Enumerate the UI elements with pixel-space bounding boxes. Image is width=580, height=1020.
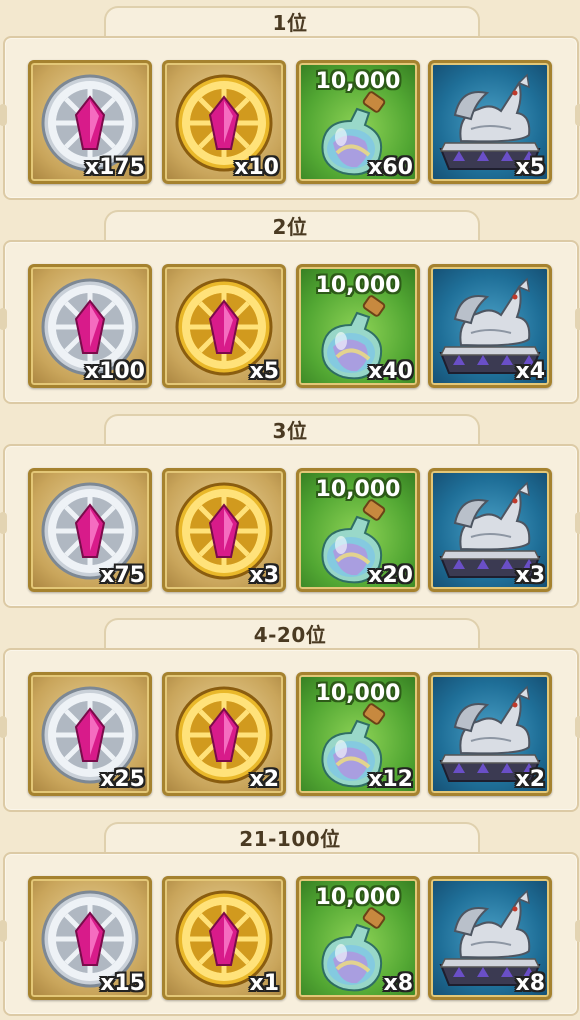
reward-quantity: x15 [100,971,145,996]
reward-item[interactable]: x2 [428,672,552,796]
reward-quantity: x175 [84,155,145,180]
reward-quantity: x8 [383,971,414,996]
reward-item[interactable]: x2 [162,672,286,796]
reward-item[interactable]: x75 [28,468,152,592]
reward-items: x15 x1 10,000 x8 x8 [28,876,558,1000]
reward-item[interactable]: x15 [28,876,152,1000]
reward-item[interactable]: 10,000 x60 [296,60,420,184]
reward-quantity: x60 [368,155,413,180]
reward-quantity: x25 [100,767,145,792]
rank-section-3: 3位 x75 x3 10,000 x20 x3 [0,408,580,608]
potion-amount: 10,000 [315,273,401,298]
rank-title: 2位 [272,215,308,239]
reward-quantity: x75 [100,563,145,588]
potion-amount: 10,000 [315,681,401,706]
reward-item[interactable]: 10,000 x8 [296,876,420,1000]
reward-quantity: x2 [515,767,546,792]
potion-amount: 10,000 [315,885,401,910]
potion-amount: 10,000 [315,69,401,94]
reward-quantity: x4 [515,359,546,384]
reward-quantity: x2 [249,767,280,792]
ranking-rewards-list: 1位 x175 x10 10,000 x60 x5 2位 x100 x5 10,… [0,0,580,1020]
reward-quantity: x40 [368,359,413,384]
reward-item[interactable]: x10 [162,60,286,184]
rank-section-1: 1位 x175 x10 10,000 x60 x5 [0,0,580,200]
rank-title: 4-20位 [253,623,327,647]
reward-quantity: x5 [249,359,280,384]
reward-item[interactable]: x3 [162,468,286,592]
potion-amount: 10,000 [315,477,401,502]
reward-item[interactable]: x8 [428,876,552,1000]
reward-items: x25 x2 10,000 x12 x2 [28,672,558,796]
reward-items: x175 x10 10,000 x60 x5 [28,60,558,184]
reward-item[interactable]: x4 [428,264,552,388]
reward-item[interactable]: x1 [162,876,286,1000]
reward-quantity: x20 [368,563,413,588]
reward-item[interactable]: x100 [28,264,152,388]
reward-quantity: x5 [515,155,546,180]
reward-quantity: x100 [84,359,145,384]
reward-quantity: x8 [515,971,546,996]
reward-quantity: x10 [234,155,279,180]
reward-item[interactable]: x5 [162,264,286,388]
reward-items: x100 x5 10,000 x40 x4 [28,264,558,388]
reward-item[interactable]: 10,000 x12 [296,672,420,796]
reward-item[interactable]: x25 [28,672,152,796]
reward-item[interactable]: x5 [428,60,552,184]
reward-items: x75 x3 10,000 x20 x3 [28,468,558,592]
reward-item[interactable]: x3 [428,468,552,592]
rank-section-2: 2位 x100 x5 10,000 x40 x4 [0,204,580,404]
reward-item[interactable]: x175 [28,60,152,184]
rank-section-4-20: 4-20位 x25 x2 10,000 x12 x2 [0,612,580,812]
rank-section-21-100: 21-100位 x15 x1 10,000 x8 x8 [0,816,580,1016]
rank-title: 21-100位 [239,827,341,851]
reward-item[interactable]: 10,000 x40 [296,264,420,388]
reward-quantity: x12 [368,767,413,792]
reward-quantity: x3 [515,563,546,588]
rank-title: 3位 [272,419,308,443]
reward-quantity: x3 [249,563,280,588]
reward-quantity: x1 [249,971,280,996]
rank-title: 1位 [272,11,308,35]
reward-item[interactable]: 10,000 x20 [296,468,420,592]
